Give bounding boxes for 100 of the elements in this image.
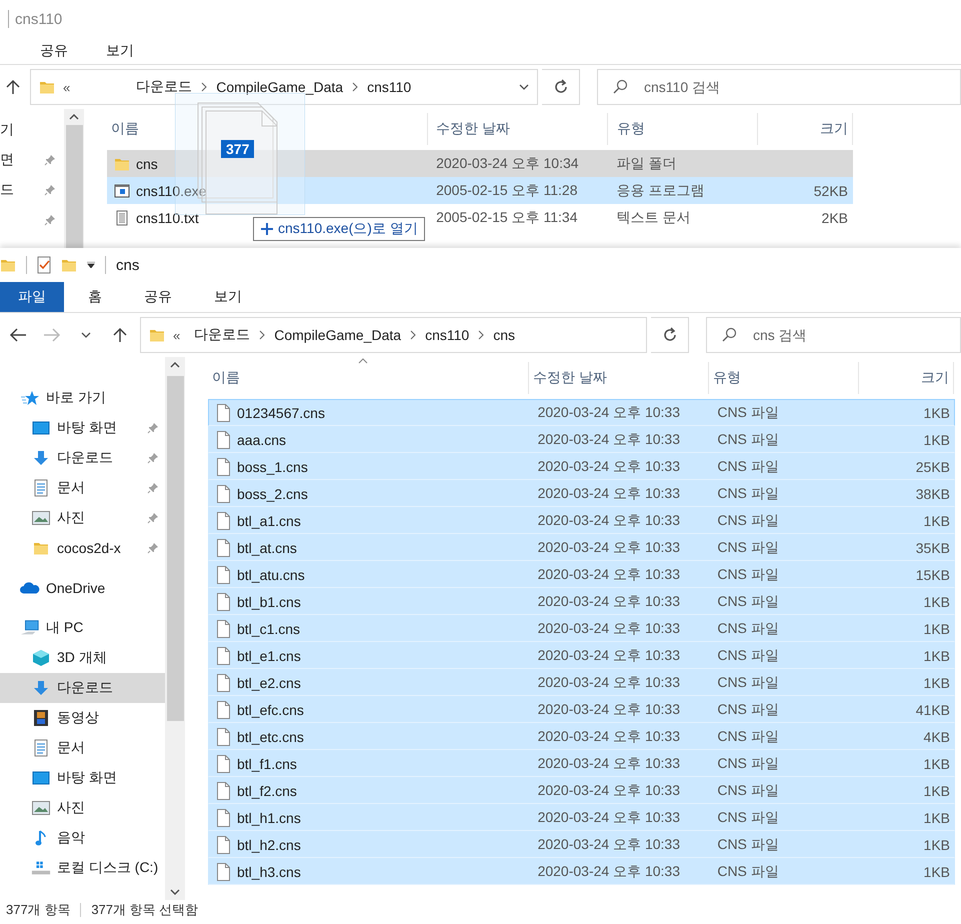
folder-icon — [149, 327, 165, 343]
nav-item[interactable]: 기 — [0, 121, 14, 139]
folder-icon — [0, 257, 16, 273]
file-row[interactable]: btl_h2.cns 2020-03-24 오후 10:33 CNS 파일 1KB — [208, 831, 955, 858]
file-row[interactable]: aaa.cns 2020-03-24 오후 10:33 CNS 파일 1KB — [208, 426, 955, 453]
folder-icon — [39, 79, 55, 95]
ribbon-tab[interactable]: 보기 — [92, 38, 148, 64]
refresh-button[interactable] — [542, 69, 580, 105]
column-header[interactable]: 유형 — [617, 120, 645, 138]
file-row[interactable]: btl_e1.cns 2020-03-24 오후 10:33 CNS 파일 1KB — [208, 642, 955, 669]
file-row[interactable]: btl_f1.cns 2020-03-24 오후 10:33 CNS 파일 1KB — [208, 750, 955, 777]
nav-item[interactable]: 바로 가기 — [0, 383, 165, 413]
overflow-chevron[interactable]: « — [173, 328, 180, 342]
nav-item[interactable]: OneDrive — [0, 573, 165, 603]
file-row[interactable]: btl_at.cns 2020-03-24 오후 10:33 CNS 파일 35KB — [208, 534, 955, 561]
text-file-icon — [114, 210, 130, 226]
file-icon — [215, 646, 231, 664]
file-row[interactable]: btl_f2.cns 2020-03-24 오후 10:33 CNS 파일 1KB — [208, 777, 955, 804]
pin-icon — [147, 542, 159, 554]
search-box[interactable]: cns 검색 — [706, 317, 961, 353]
column-header[interactable]: 크기 — [820, 120, 848, 138]
monitor-icon — [31, 771, 51, 785]
search-box[interactable]: cns110 검색 — [597, 69, 961, 105]
file-name: btl_atu.cns — [237, 566, 305, 582]
breadcrumb[interactable]: 다운로드 — [194, 326, 250, 344]
breadcrumb[interactable]: cns110 — [367, 79, 412, 95]
file-row[interactable]: btl_etc.cns 2020-03-24 오후 10:33 CNS 파일 4KB — [208, 723, 955, 750]
nav-item[interactable]: 바탕 화면 — [0, 763, 165, 793]
checklist-icon[interactable] — [37, 256, 51, 274]
breadcrumb[interactable]: CompileGame_Data — [274, 327, 402, 343]
file-type: CNS 파일 — [716, 430, 780, 448]
ribbon-tab[interactable]: 홈 — [70, 282, 120, 312]
nav-item[interactable]: 3D 개체 — [0, 643, 165, 673]
search-input[interactable]: cns 검색 — [751, 326, 955, 344]
nav-item[interactable]: 내 PC — [0, 613, 165, 643]
nav-item[interactable]: 드 — [0, 181, 14, 199]
ribbon-tab[interactable]: 공유 — [126, 282, 190, 312]
column-header[interactable]: 이름 — [212, 369, 240, 387]
ribbon-tab[interactable]: 파일 — [0, 282, 64, 312]
nav-item[interactable]: cocos2d-x — [0, 533, 165, 563]
file-row[interactable]: btl_c1.cns 2020-03-24 오후 10:33 CNS 파일 1KB — [208, 615, 955, 642]
file-date: 2020-03-24 오후 10:33 — [536, 782, 681, 800]
dropdown-icon[interactable] — [87, 262, 95, 268]
nav-item[interactable]: 면 — [0, 151, 14, 169]
file-row[interactable]: btl_a1.cns 2020-03-24 오후 10:33 CNS 파일 1KB — [208, 507, 955, 534]
file-row[interactable]: boss_2.cns 2020-03-24 오후 10:33 CNS 파일 38KB — [208, 480, 955, 507]
nav-item[interactable]: 동영상 — [0, 703, 165, 733]
ribbon-tab[interactable]: 보기 — [196, 282, 260, 312]
file-row[interactable]: cns110.exe 2005-02-15 오후 11:28 응용 프로그램 52KB — [107, 177, 853, 204]
breadcrumb[interactable]: cns — [493, 327, 515, 343]
nav-item[interactable]: 다운로드 — [0, 673, 165, 703]
overflow-chevron[interactable]: « — [63, 80, 70, 94]
nav-item[interactable]: 로컬 디스크 (C:) — [0, 853, 165, 883]
column-header[interactable]: 수정한 날짜 — [533, 369, 607, 387]
nav-item[interactable]: 사진 — [0, 503, 165, 533]
refresh-button[interactable] — [651, 317, 689, 353]
nav-label: 바로 가기 — [46, 389, 107, 407]
file-type: CNS 파일 — [716, 620, 780, 638]
file-row[interactable]: btl_h3.cns 2020-03-24 오후 10:33 CNS 파일 1KB — [208, 858, 955, 885]
nav-label: 음악 — [57, 829, 86, 847]
nav-item[interactable]: 문서 — [0, 733, 165, 763]
column-header[interactable]: 수정한 날짜 — [436, 120, 510, 138]
nav-label: 사진 — [57, 509, 86, 527]
column-header[interactable]: 이름 — [111, 120, 139, 138]
nav-item[interactable]: 다운로드 — [0, 443, 165, 473]
file-type: CNS 파일 — [716, 484, 780, 502]
scroll-up-icon — [69, 114, 79, 120]
window-title: cns110 — [15, 10, 62, 28]
chevron-down-icon[interactable] — [81, 332, 91, 338]
search-input[interactable]: cns110 검색 — [642, 78, 846, 96]
file-row[interactable]: btl_b1.cns 2020-03-24 오후 10:33 CNS 파일 1KB — [208, 588, 955, 615]
file-row[interactable]: btl_atu.cns 2020-03-24 오후 10:33 CNS 파일 15KB — [208, 561, 955, 588]
scrollbar-thumb[interactable] — [66, 125, 82, 248]
nav-item[interactable]: 사진 — [0, 793, 165, 823]
address-bar[interactable]: « 다운로드 CompileGame_Data cns110 — [30, 69, 538, 105]
chevron-right-icon — [477, 330, 486, 340]
up-arrow-icon[interactable] — [113, 327, 127, 343]
nav-item[interactable]: 문서 — [0, 473, 165, 503]
up-arrow-icon[interactable] — [6, 79, 20, 95]
breadcrumb[interactable]: cns110 — [425, 327, 470, 343]
back-arrow-icon[interactable] — [9, 328, 27, 342]
address-bar[interactable]: « 다운로드 CompileGame_Data cns110 cns — [140, 317, 647, 353]
scrollbar[interactable] — [165, 357, 185, 900]
file-row[interactable]: btl_e2.cns 2020-03-24 오후 10:33 CNS 파일 1KB — [208, 669, 955, 696]
breadcrumb[interactable]: CompileGame_Data — [216, 79, 344, 95]
file-row[interactable]: btl_h1.cns 2020-03-24 오후 10:33 CNS 파일 1KB — [208, 804, 955, 831]
cloud-icon — [20, 581, 40, 595]
column-header[interactable]: 크기 — [921, 369, 949, 387]
nav-item[interactable]: 음악 — [0, 823, 165, 853]
scrollbar-thumb[interactable] — [166, 376, 184, 721]
file-name: boss_2.cns — [237, 486, 308, 502]
scrollbar[interactable] — [64, 109, 84, 248]
file-size: 1KB — [922, 782, 952, 798]
nav-item[interactable]: 바탕 화면 — [0, 413, 165, 443]
file-row[interactable]: boss_1.cns 2020-03-24 오후 10:33 CNS 파일 25KB — [208, 453, 955, 480]
file-row[interactable]: btl_efc.cns 2020-03-24 오후 10:33 CNS 파일 41KB — [208, 696, 955, 723]
breadcrumb[interactable]: 다운로드 — [136, 78, 192, 96]
file-row[interactable]: 01234567.cns 2020-03-24 오후 10:33 CNS 파일 1KB — [208, 399, 955, 426]
ribbon-tab[interactable]: 공유 — [26, 38, 82, 64]
column-header[interactable]: 유형 — [713, 369, 741, 387]
